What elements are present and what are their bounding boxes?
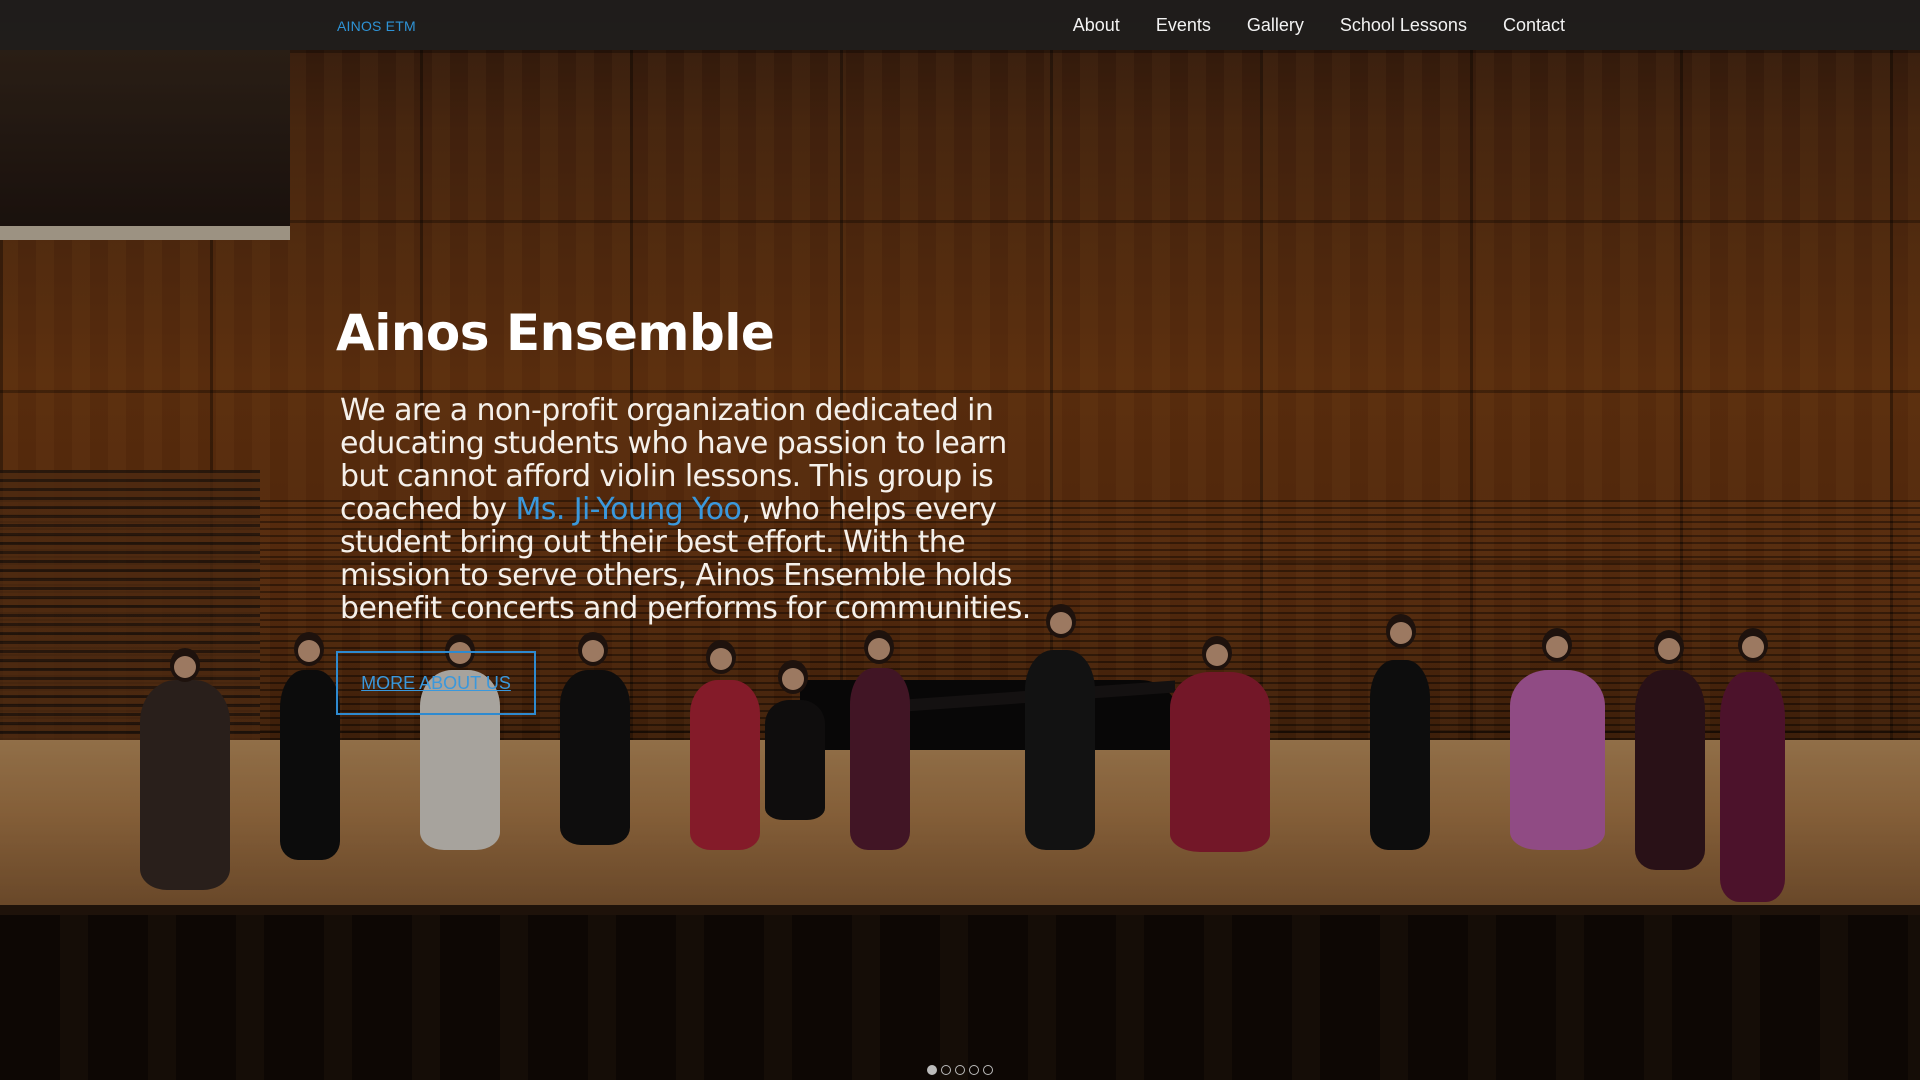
carousel-dot[interactable] <box>941 1065 951 1075</box>
carousel-dot[interactable] <box>955 1065 965 1075</box>
carousel-dot[interactable] <box>927 1065 937 1075</box>
nav-link-contact[interactable]: Contact <box>1503 15 1565 36</box>
top-navbar: AINOS ETM About Events Gallery School Le… <box>0 0 1920 50</box>
nav-link-events[interactable]: Events <box>1156 15 1211 36</box>
hero-title: Ainos Ensemble <box>336 304 775 362</box>
nav-link-gallery[interactable]: Gallery <box>1247 15 1304 36</box>
nav-link-school-lessons[interactable]: School Lessons <box>1340 15 1467 36</box>
carousel-indicators <box>927 1065 993 1075</box>
hero-description: We are a non-profit organization dedicat… <box>340 394 1040 625</box>
coach-link[interactable]: Ms. Ji-Young Yoo <box>516 492 742 527</box>
nav-link-about[interactable]: About <box>1073 15 1120 36</box>
carousel-dot[interactable] <box>983 1065 993 1075</box>
nav-links: About Events Gallery School Lessons Cont… <box>1073 0 1565 50</box>
more-about-us-button[interactable]: MORE ABOUT US <box>336 651 536 715</box>
carousel-dot[interactable] <box>969 1065 979 1075</box>
brand-logo-link[interactable]: AINOS ETM <box>337 18 416 34</box>
